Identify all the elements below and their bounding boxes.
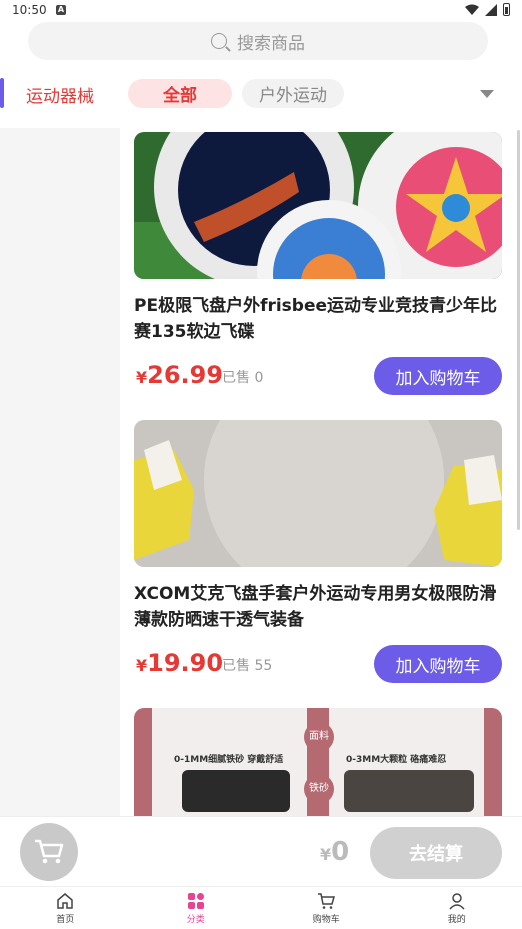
- search-icon: [211, 33, 227, 49]
- product-image[interactable]: [134, 420, 502, 567]
- user-icon: [449, 892, 465, 910]
- tab-label: 我的: [447, 914, 466, 925]
- tab-label: 购物车: [312, 914, 340, 925]
- cart-icon: [318, 892, 336, 909]
- image-caption-coarse: 0-3MM大颗粒 硌痛难忍: [346, 755, 447, 765]
- checkout-button[interactable]: 去结算: [370, 827, 502, 879]
- notification-icon: A: [56, 5, 66, 15]
- status-icons: [465, 3, 510, 16]
- category-sidebar[interactable]: [0, 128, 120, 818]
- search-placeholder: 搜索商品: [237, 33, 305, 54]
- chevron-down-icon[interactable]: [480, 90, 494, 98]
- add-to-cart-button[interactable]: 加入购物车: [374, 357, 502, 395]
- product-image[interactable]: 面料 铁砂 0-1MM细腻铁砂 穿戴舒适 0-3MM大颗粒 硌痛难忍: [134, 708, 502, 816]
- sold-count: 已售 0: [222, 370, 264, 386]
- tab-bar: 首页 分类 购物车 我的: [0, 886, 522, 929]
- tab-cart[interactable]: 购物车: [261, 887, 392, 929]
- chip-all[interactable]: 全部: [128, 79, 232, 108]
- category-header: 运动器械 全部 户外运动: [0, 68, 522, 124]
- product-image[interactable]: [134, 132, 502, 279]
- tab-label: 首页: [56, 914, 75, 925]
- cart-icon: [35, 839, 64, 864]
- current-category[interactable]: 运动器械: [26, 82, 94, 107]
- tab-profile[interactable]: 我的: [392, 887, 522, 929]
- image-label-fabric: 面料: [304, 722, 334, 752]
- chip-outdoor-sports[interactable]: 户外运动: [242, 79, 344, 108]
- tab-home[interactable]: 首页: [0, 887, 131, 929]
- status-bar: 10:50 A: [0, 0, 522, 22]
- product-card[interactable]: XCOM艾克飞盘手套户外运动专用男女极限防滑薄款防晒速干透气装备 ¥19.90 …: [134, 420, 502, 683]
- cart-total: ¥0: [320, 837, 350, 867]
- tab-category[interactable]: 分类: [131, 887, 262, 929]
- home-icon: [57, 892, 73, 909]
- product-card[interactable]: 面料 铁砂 0-1MM细腻铁砂 穿戴舒适 0-3MM大颗粒 硌痛难忍: [134, 708, 502, 816]
- add-to-cart-button[interactable]: 加入购物车: [374, 645, 502, 683]
- search-bar[interactable]: 搜索商品: [28, 22, 488, 60]
- product-card[interactable]: PE极限飞盘户外frisbee运动专业竞技青少年比赛135软边飞碟 ¥26.99…: [134, 132, 502, 395]
- product-title[interactable]: XCOM艾克飞盘手套户外运动专用男女极限防滑薄款防晒速干透气装备: [134, 581, 502, 633]
- product-price: ¥19.90: [136, 649, 224, 677]
- product-price: ¥26.99: [136, 361, 224, 389]
- category-indicator: [0, 78, 4, 108]
- checkout-bar: ¥0 去结算: [0, 816, 522, 886]
- image-label-iron-sand: 铁砂: [304, 774, 334, 804]
- image-caption-fine: 0-1MM细腻铁砂 穿戴舒适: [174, 755, 284, 765]
- wifi-icon: [465, 4, 479, 15]
- product-title[interactable]: PE极限飞盘户外frisbee运动专业竞技青少年比赛135软边飞碟: [134, 293, 502, 345]
- price-row: ¥19.90 已售 55 加入购物车: [134, 645, 502, 683]
- signal-icon: [485, 3, 497, 16]
- category-icon: [187, 892, 204, 909]
- sold-count: 已售 55: [222, 658, 273, 674]
- scrollbar[interactable]: [517, 130, 520, 530]
- battery-icon: [503, 3, 510, 16]
- tab-label: 分类: [186, 914, 205, 925]
- price-row: ¥26.99 已售 0 加入购物车: [134, 357, 502, 395]
- cart-button[interactable]: [20, 823, 78, 881]
- status-time: 10:50: [12, 3, 47, 17]
